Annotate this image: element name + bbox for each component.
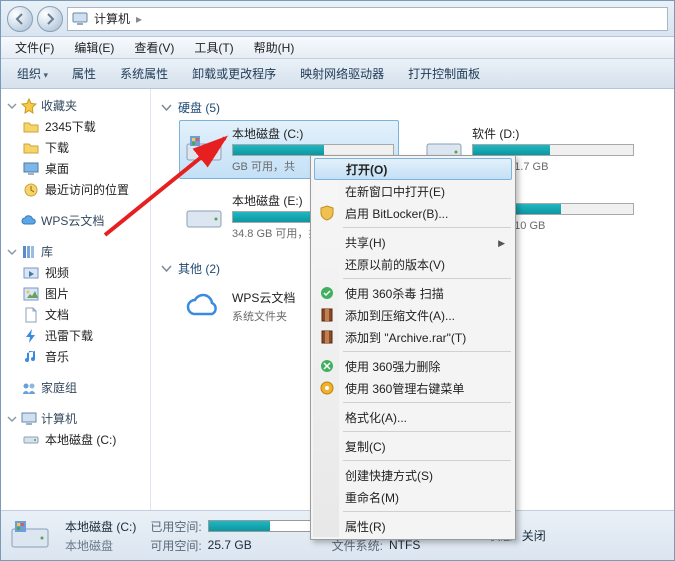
context-menu: 打开(O) 在新窗口中打开(E) 启用 BitLocker(B)... 共享(H… — [310, 155, 516, 540]
menu-manage-rightclick[interactable]: 使用 360管理右键菜单 — [313, 377, 513, 399]
chevron-down-icon — [161, 263, 172, 274]
computer-icon — [21, 411, 37, 427]
favorites-label: 收藏夹 — [41, 97, 77, 114]
menu-add-archive[interactable]: 添加到压缩文件(A)... — [313, 304, 513, 326]
system-properties-button[interactable]: 系统属性 — [110, 61, 178, 86]
properties-button[interactable]: 属性 — [62, 61, 106, 86]
homegroup-header[interactable]: 家庭组 — [1, 377, 150, 398]
sidebar-item-drive-c[interactable]: 本地磁盘 (C:) — [1, 429, 150, 450]
music-icon — [23, 349, 39, 365]
folder-icon — [23, 140, 39, 156]
details-title: 本地磁盘 (C:) — [65, 518, 136, 535]
desktop-icon — [23, 161, 39, 177]
computer-header[interactable]: 计算机 — [1, 408, 150, 429]
menu-properties[interactable]: 属性(R) — [313, 515, 513, 537]
breadcrumb[interactable]: 计算机 — [94, 10, 130, 27]
homegroup-label: 家庭组 — [41, 379, 77, 396]
forward-button[interactable] — [37, 6, 63, 32]
sidebar-item-recent[interactable]: 最近访问的位置 — [1, 179, 150, 200]
address-bar: 计算机 ▸ — [1, 1, 674, 37]
menu-file[interactable]: 文件(F) — [5, 37, 64, 58]
menu-open[interactable]: 打开(O) — [314, 158, 512, 180]
sidebar-item-desktop[interactable]: 桌面 — [1, 158, 150, 179]
homegroup-icon — [21, 380, 37, 396]
computer-icon — [72, 12, 88, 26]
drive-icon — [184, 197, 224, 237]
drive-icon — [9, 515, 51, 557]
sidebar-item-documents[interactable]: 文档 — [1, 304, 150, 325]
scan-icon — [319, 285, 335, 301]
chevron-down-icon — [7, 247, 17, 257]
menu-restore[interactable]: 还原以前的版本(V) — [313, 253, 513, 275]
back-button[interactable] — [7, 6, 33, 32]
wps-group: WPS云文档 — [1, 210, 150, 231]
computer-label: 计算机 — [41, 410, 77, 427]
menu-open-new-window[interactable]: 在新窗口中打开(E) — [313, 180, 513, 202]
homegroup-group: 家庭组 — [1, 377, 150, 398]
chevron-down-icon — [161, 102, 172, 113]
sidebar-item-pictures[interactable]: 图片 — [1, 283, 150, 304]
recent-icon — [23, 182, 39, 198]
folder-icon — [23, 119, 39, 135]
sidebar-item-music[interactable]: 音乐 — [1, 346, 150, 367]
menu-tools[interactable]: 工具(T) — [184, 37, 243, 58]
menu-add-rar[interactable]: 添加到 "Archive.rar"(T) — [313, 326, 513, 348]
menu-copy[interactable]: 复制(C) — [313, 435, 513, 457]
drive-icon — [23, 432, 39, 448]
menu-360scan[interactable]: 使用 360杀毒 扫描 — [313, 282, 513, 304]
sidebar-item-2345[interactable]: 2345下载 — [1, 116, 150, 137]
star-icon — [21, 98, 37, 114]
chevron-down-icon — [7, 101, 17, 111]
favorites-group: 收藏夹 2345下载 下载 桌面 最近访问的位置 — [1, 95, 150, 200]
shield-icon — [319, 205, 335, 221]
favorites-header[interactable]: 收藏夹 — [1, 95, 150, 116]
wps-header[interactable]: WPS云文档 — [1, 210, 150, 231]
chevron-down-icon — [7, 414, 17, 424]
sidebar-item-thunder[interactable]: 迅雷下载 — [1, 325, 150, 346]
map-drive-button[interactable]: 映射网络驱动器 — [290, 61, 394, 86]
cloud-icon — [184, 286, 224, 326]
details-subtitle: 本地磁盘 — [65, 537, 136, 554]
usage-minibar — [208, 520, 318, 532]
control-panel-button[interactable]: 打开控制面板 — [398, 61, 490, 86]
menu-bitlocker[interactable]: 启用 BitLocker(B)... — [313, 202, 513, 224]
sidebar-item-videos[interactable]: 视频 — [1, 262, 150, 283]
library-icon — [21, 244, 37, 260]
thunder-icon — [23, 328, 39, 344]
chevron-right-icon[interactable]: ▸ — [136, 12, 142, 26]
archive-icon — [319, 329, 335, 345]
video-icon — [23, 265, 39, 281]
gear-icon — [319, 380, 335, 396]
document-icon — [23, 307, 39, 323]
libraries-group: 库 视频 图片 文档 迅雷下载 音乐 — [1, 241, 150, 367]
menu-bar: 文件(F) 编辑(E) 查看(V) 工具(T) 帮助(H) — [1, 37, 674, 59]
delete-icon — [319, 358, 335, 374]
menu-rename[interactable]: 重命名(M) — [313, 486, 513, 508]
organize-button[interactable]: 组织 — [7, 61, 58, 86]
uninstall-button[interactable]: 卸载或更改程序 — [182, 61, 286, 86]
libraries-label: 库 — [41, 243, 53, 260]
cloud-icon — [21, 213, 37, 229]
menu-format[interactable]: 格式化(A)... — [313, 406, 513, 428]
toolbar: 组织 属性 系统属性 卸载或更改程序 映射网络驱动器 打开控制面板 — [1, 59, 674, 89]
sidebar: 收藏夹 2345下载 下载 桌面 最近访问的位置 WPS云文档 库 — [1, 89, 151, 510]
menu-help[interactable]: 帮助(H) — [244, 37, 305, 58]
archive-icon — [319, 307, 335, 323]
menu-force-delete[interactable]: 使用 360强力删除 — [313, 355, 513, 377]
drive-icon — [184, 130, 224, 170]
menu-edit[interactable]: 编辑(E) — [64, 37, 124, 58]
libraries-header[interactable]: 库 — [1, 241, 150, 262]
computer-group: 计算机 本地磁盘 (C:) — [1, 408, 150, 450]
sidebar-item-download[interactable]: 下载 — [1, 137, 150, 158]
hard-drives-header[interactable]: 硬盘 (5) — [161, 95, 664, 120]
menu-view[interactable]: 查看(V) — [124, 37, 184, 58]
address-box[interactable]: 计算机 ▸ — [67, 7, 668, 31]
menu-create-shortcut[interactable]: 创建快捷方式(S) — [313, 464, 513, 486]
menu-share[interactable]: 共享(H) — [313, 231, 513, 253]
wps-label: WPS云文档 — [41, 212, 104, 229]
picture-icon — [23, 286, 39, 302]
